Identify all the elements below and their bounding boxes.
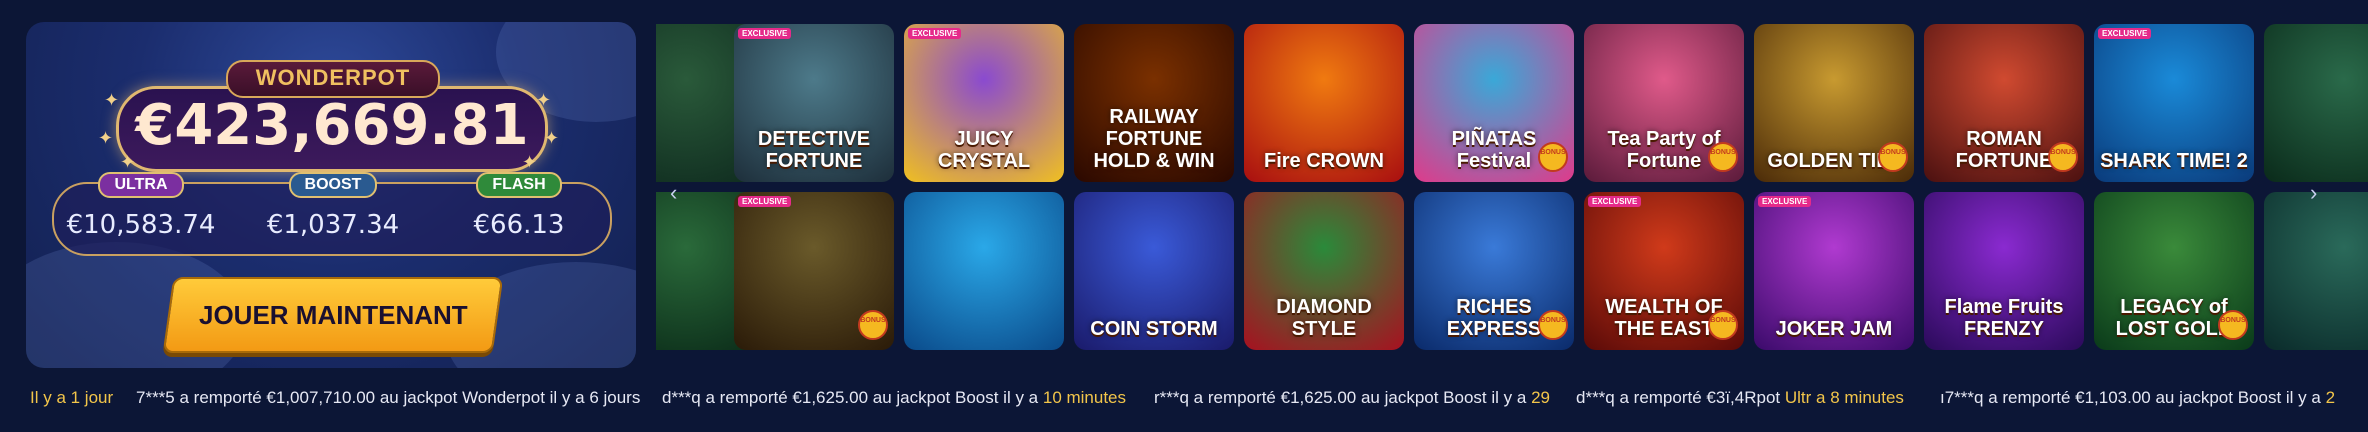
game-title: RAILWAY FORTUNE HOLD & WIN	[1093, 106, 1215, 172]
game-tile[interactable]: DIAMOND STYLE	[1244, 192, 1404, 350]
boost-jackpot: BOOST €1,037.34	[258, 172, 408, 240]
game-carousel: EXCLUSIVE DETECTIVE FORTUNE EXCLUSIVE JUICY…	[656, 22, 2368, 352]
game-tile[interactable]: LEGACY of LOST GOLD BONUS	[2094, 192, 2254, 350]
star-icon: ✦	[104, 90, 120, 110]
bonus-icon: BONUS	[858, 310, 888, 340]
exclusive-badge: EXCLUSIVE	[908, 28, 962, 39]
bonus-icon: BONUS	[1878, 142, 1908, 172]
bonus-icon: BONUS	[1538, 142, 1568, 172]
ticker-item: Il y a 1 jour	[30, 388, 114, 407]
game-tile[interactable]: EXCLUSIVE JUICY CRYSTAL	[904, 24, 1064, 182]
game-title: DETECTIVE FORTUNE	[757, 128, 871, 172]
ultra-jackpot: ULTRA €10,583.74	[66, 172, 216, 240]
game-tile[interactable]: ROMAN FORTUNE BONUS	[1924, 24, 2084, 182]
game-tile[interactable]	[2264, 24, 2368, 182]
flash-label: FLASH	[476, 172, 562, 198]
game-title: DIAMOND STYLE	[1276, 296, 1372, 340]
ultra-amount: €10,583.74	[66, 210, 216, 240]
play-now-label: JOUER MAINTENANT	[198, 300, 468, 330]
game-tile[interactable]: Flame Fruits FRENZY	[1924, 192, 2084, 350]
carousel-next-arrow-icon[interactable]: ›	[2310, 180, 2317, 206]
flash-amount: €66.13	[473, 210, 565, 240]
bonus-icon: BONUS	[1708, 310, 1738, 340]
game-title: JUICY CRYSTAL	[937, 128, 1031, 172]
exclusive-badge: EXCLUSIVE	[738, 196, 792, 207]
game-tile[interactable]: RAILWAY FORTUNE HOLD & WIN	[1074, 24, 1234, 182]
ticker-time: 2	[2325, 388, 2336, 407]
winners-ticker: Il y a 1 jour 7***5 a remporté €1,007,710…	[0, 388, 2368, 412]
star-icon: ✦	[544, 128, 560, 148]
game-title: Flame Fruits FRENZY	[1944, 296, 2064, 340]
flash-jackpot: FLASH €66.13	[444, 172, 594, 240]
bonus-icon: BONUS	[2048, 142, 2078, 172]
game-tile[interactable]: EXCLUSIVE JOKER JAM	[1754, 192, 1914, 350]
exclusive-badge: EXCLUSIVE	[738, 28, 792, 39]
wonderpot-amount: €423,669.81	[135, 93, 529, 158]
boost-label: BOOST	[288, 172, 378, 198]
ticker-text: r***q a remporté €1,625.00 au jackpot Bo…	[1154, 388, 1532, 407]
bonus-icon: BONUS	[1708, 142, 1738, 172]
game-tile[interactable]: COIN STORM	[1074, 192, 1234, 350]
ticker-text: 7***5 a remporté €1,007,710.00 au jackpo…	[136, 388, 641, 407]
exclusive-badge: EXCLUSIVE	[1758, 196, 1812, 207]
game-tile[interactable]	[904, 192, 1064, 350]
ticker-time: 29	[1531, 388, 1550, 407]
ultra-label: ULTRA	[98, 172, 184, 198]
game-tile[interactable]: Fire CROWN	[1244, 24, 1404, 182]
game-title: Fire CROWN	[1264, 150, 1384, 172]
star-icon: ✦	[536, 90, 552, 110]
game-title: COIN STORM	[1090, 318, 1218, 340]
jackpot-panel: WONDERPOT €423,669.81 ✦ ✦ ✦ ✦ ✦ ✦ ULTRA …	[26, 22, 636, 368]
star-icon: ✦	[120, 152, 136, 172]
exclusive-badge: EXCLUSIVE	[2098, 28, 2152, 39]
ticker-time: Ultr a 8 minutes	[1784, 388, 1904, 407]
ticker-item: ı7***q a remporté €1,103.00 au jackpot B…	[1940, 388, 2335, 408]
play-now-button[interactable]: JOUER MAINTENANT	[162, 277, 504, 353]
ticker-item: d***q a remporté €3ï,4Rpot Ultr a 8 minu…	[1576, 388, 1904, 408]
ticker-text: ı7***q a remporté €1,103.00 au jackpot B…	[1940, 388, 2326, 407]
game-tile[interactable]: PIÑATAS Festival BONUS	[1414, 24, 1574, 182]
star-icon: ✦	[522, 152, 538, 172]
star-icon: ✦	[98, 128, 114, 148]
boost-amount: €1,037.34	[266, 210, 400, 240]
game-tile[interactable]	[2264, 192, 2368, 350]
ticker-item: r***q a remporté €1,625.00 au jackpot Bo…	[1154, 388, 1550, 408]
game-tile[interactable]: EXCLUSIVE DETECTIVE FORTUNE	[734, 24, 894, 182]
ticker-item: d***q a remporté €1,625.00 au jackpot Bo…	[662, 388, 1126, 408]
wonderpot-jackpot: WONDERPOT €423,669.81 ✦ ✦ ✦ ✦ ✦ ✦	[98, 60, 559, 172]
carousel-prev-arrow-icon[interactable]: ‹	[670, 180, 677, 206]
ticker-text: d***q a remporté €3ï,4Rpot	[1576, 388, 1785, 407]
game-tile[interactable]: RICHES EXPRESS BONUS	[1414, 192, 1574, 350]
ticker-text: d***q a remporté €1,625.00 au jackpot Bo…	[662, 388, 1043, 407]
exclusive-badge: EXCLUSIVE	[1588, 196, 1642, 207]
ticker-time: 10 minutes	[1042, 388, 1127, 407]
bonus-icon: BONUS	[2218, 310, 2248, 340]
game-title: SHARK TIME! 2	[2100, 150, 2248, 172]
game-tile[interactable]: EXCLUSIVE WEALTH OF THE EAST BONUS	[1584, 192, 1744, 350]
ticker-item: 7***5 a remporté €1,007,710.00 au jackpo…	[136, 388, 640, 408]
game-tile[interactable]: EXCLUSIVE BONUS	[734, 192, 894, 350]
bonus-icon: BONUS	[1538, 310, 1568, 340]
game-tile[interactable]: GOLDEN TILL BONUS	[1754, 24, 1914, 182]
game-tile[interactable]: EXCLUSIVE SHARK TIME! 2	[2094, 24, 2254, 182]
game-tile[interactable]: Tea Party of Fortune BONUS	[1584, 24, 1744, 182]
game-title: JOKER JAM	[1775, 318, 1893, 340]
